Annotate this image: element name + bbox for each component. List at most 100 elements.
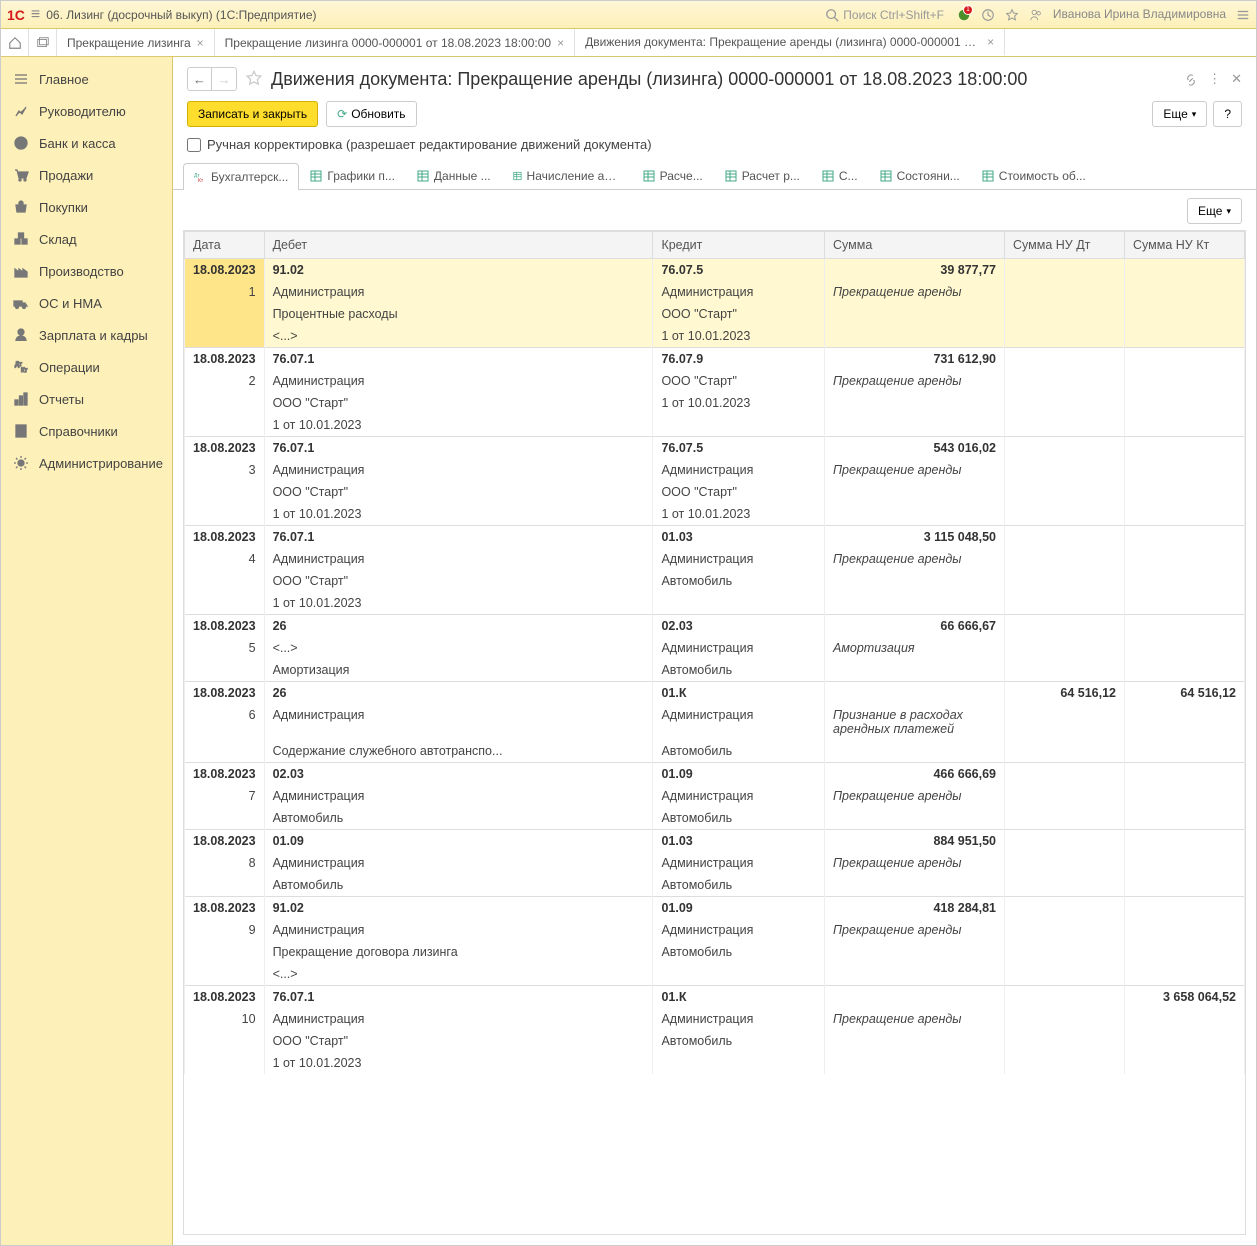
posting-row[interactable]: 18.08.202301.0901.03884 951,50 [185,830,1245,853]
posting-row[interactable]: ООО "Старт"Автомобиль [185,1030,1245,1052]
postings-grid[interactable]: Дата Дебет Кредит Сумма Сумма НУ Дт Сумм… [183,230,1246,1235]
nav-gear[interactable]: Администрирование [1,447,172,479]
subtab-0[interactable]: ДтКтБухгалтерск... [183,163,299,190]
posting-row[interactable]: ООО "Старт"ООО "Старт" [185,481,1245,503]
posting-row[interactable]: 6АдминистрацияАдминистрацияПризнание в р… [185,704,1245,740]
home-tab[interactable] [1,29,29,56]
posting-row[interactable]: 18.08.202376.07.101.К3 658 064,52 [185,986,1245,1009]
nav-chart[interactable]: Руководителю [1,95,172,127]
posting-row[interactable]: 1 от 10.01.2023 [185,1052,1245,1074]
nav-cart[interactable]: Продажи [1,159,172,191]
nav-truck[interactable]: ОС и НМА [1,287,172,319]
tab-0[interactable]: Прекращение лизинга× [57,29,215,56]
posting-row[interactable]: 1 от 10.01.20231 от 10.01.2023 [185,503,1245,526]
subtab-5[interactable]: Расчет р... [714,162,811,189]
posting-row[interactable]: 4АдминистрацияАдминистрацияПрекращение а… [185,548,1245,570]
col-credit[interactable]: Кредит [653,232,825,259]
nav-menu[interactable]: Главное [1,63,172,95]
nav-person[interactable]: Зарплата и кадры [1,319,172,351]
cell-date [185,1030,265,1052]
subtab-8[interactable]: Стоимость об... [971,162,1097,189]
posting-row[interactable]: АвтомобильАвтомобиль [185,807,1245,830]
posting-row[interactable]: ООО "Старт"Автомобиль [185,570,1245,592]
app-menu-icon[interactable] [1236,7,1250,22]
aux-tab[interactable] [29,29,57,56]
posting-row[interactable]: 1 от 10.01.2023 [185,592,1245,615]
posting-row[interactable]: 2АдминистрацияООО "Старт"Прекращение аре… [185,370,1245,392]
tab-2[interactable]: Движения документа: Прекращение аренды (… [575,29,1005,56]
posting-row[interactable]: 18.08.202376.07.176.07.9731 612,90 [185,348,1245,371]
posting-row[interactable]: Процентные расходыООО "Старт" [185,303,1245,325]
notifications-icon[interactable]: 1 [957,7,971,22]
col-nu-dt[interactable]: Сумма НУ Дт [1005,232,1125,259]
posting-row[interactable]: 1АдминистрацияАдминистрацияПрекращение а… [185,281,1245,303]
posting-row[interactable]: 8АдминистрацияАдминистрацияПрекращение а… [185,852,1245,874]
posting-row[interactable]: 5<...>АдминистрацияАмортизация [185,637,1245,659]
posting-row[interactable]: 10АдминистрацияАдминистрацияПрекращение … [185,1008,1245,1030]
kebab-menu-icon[interactable]: ⋮ [1208,71,1221,87]
grid-more-button[interactable]: Еще ▾ [1187,198,1242,224]
nav-forward[interactable]: → [212,68,236,90]
posting-row[interactable]: 1 от 10.01.2023 [185,414,1245,437]
refresh-button[interactable]: ⟳ Обновить [326,101,416,127]
posting-row[interactable]: <...> [185,963,1245,986]
nav-dtkt[interactable]: ДтКтОперации [1,351,172,383]
save-close-button[interactable]: Записать и закрыть [187,101,318,127]
more-button[interactable]: Еще ▾ [1152,101,1207,127]
close-icon[interactable]: × [557,36,564,50]
col-nu-kt[interactable]: Сумма НУ Кт [1125,232,1245,259]
posting-row[interactable]: ООО "Старт"1 от 10.01.2023 [185,392,1245,414]
truck-icon [13,295,29,311]
posting-row[interactable]: 9АдминистрацияАдминистрацияПрекращение а… [185,919,1245,941]
nav-boxes[interactable]: Склад [1,223,172,255]
posting-row[interactable]: 18.08.202391.0201.09418 284,81 [185,897,1245,920]
close-icon[interactable]: × [197,36,204,50]
nav-ruble[interactable]: ₽Банк и касса [1,127,172,159]
table-icon [725,170,737,182]
subtab-7[interactable]: Состояни... [869,162,971,189]
close-icon[interactable]: × [987,35,994,49]
posting-row[interactable]: 18.08.20232601.К64 516,1264 516,12 [185,682,1245,705]
posting-row[interactable]: 7АдминистрацияАдминистрацияПрекращение а… [185,785,1245,807]
close-page[interactable]: ✕ [1231,71,1242,87]
posting-row[interactable]: АмортизацияАвтомобиль [185,659,1245,682]
main-menu-icon[interactable]: ≡ [31,6,40,24]
posting-row[interactable]: 18.08.202391.0276.07.539 877,77 [185,259,1245,282]
subtab-1[interactable]: Графики п... [299,162,406,189]
col-sum[interactable]: Сумма [825,232,1005,259]
global-search[interactable]: Поиск Ctrl+Shift+F [818,5,951,25]
nav-book[interactable]: Справочники [1,415,172,447]
cell-sum [825,986,1005,1009]
posting-row[interactable]: 3АдминистрацияАдминистрацияПрекращение а… [185,459,1245,481]
subtab-2[interactable]: Данные ... [406,162,502,189]
posting-row[interactable]: <...>1 от 10.01.2023 [185,325,1245,348]
subtab-4[interactable]: Расче... [632,162,714,189]
posting-row[interactable]: 18.08.202302.0301.09466 666,69 [185,763,1245,786]
posting-row[interactable]: 18.08.202376.07.101.033 115 048,50 [185,526,1245,549]
cell-nu-dt [1005,986,1125,1009]
favorite-toggle[interactable] [245,69,263,90]
posting-row[interactable]: Содержание служебного автотранспо...Авто… [185,740,1245,763]
username[interactable]: Иванова Ирина Владимировна [1053,7,1226,21]
subtab-3[interactable]: Начисление амортиз... [502,162,632,189]
posting-row[interactable]: 18.08.202376.07.176.07.5543 016,02 [185,437,1245,460]
subtab-6[interactable]: С... [811,162,869,189]
posting-row[interactable]: 18.08.20232602.0366 666,67 [185,615,1245,638]
nav-basket[interactable]: Покупки [1,191,172,223]
tab-1[interactable]: Прекращение лизинга 0000-000001 от 18.08… [215,29,575,56]
posting-row[interactable]: АвтомобильАвтомобиль [185,874,1245,897]
link-icon[interactable] [1184,71,1198,87]
col-debit[interactable]: Дебет [264,232,653,259]
posting-row[interactable]: Прекращение договора лизингаАвтомобиль [185,941,1245,963]
col-date[interactable]: Дата [185,232,265,259]
users-icon[interactable] [1029,7,1043,22]
favorite-icon[interactable] [1005,7,1019,22]
nav-label: Зарплата и кадры [39,328,148,343]
nav-bars[interactable]: Отчеты [1,383,172,415]
history-icon[interactable] [981,7,995,22]
nav-factory[interactable]: Производство [1,255,172,287]
cell-sum: 3 115 048,50 [825,526,1005,549]
nav-back[interactable]: ← [188,68,212,90]
manual-correction-checkbox[interactable] [187,138,201,152]
help-button[interactable]: ? [1213,101,1242,127]
